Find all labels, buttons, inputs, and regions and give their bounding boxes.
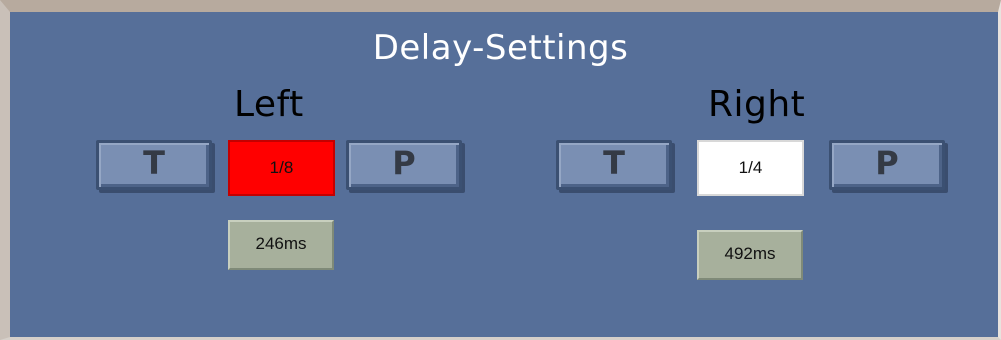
left-tap-button[interactable]: T — [96, 140, 212, 190]
left-delay-time-display: 246ms — [228, 220, 334, 270]
right-ping-button[interactable]: P — [829, 140, 945, 190]
right-tap-button[interactable]: T — [556, 140, 672, 190]
left-ping-button[interactable]: P — [346, 140, 462, 190]
right-division-selector[interactable]: 1/4 — [697, 140, 804, 196]
left-channel-label: Left — [234, 84, 304, 125]
right-delay-time-display: 492ms — [697, 230, 803, 280]
panel-title: Delay-Settings — [372, 28, 629, 68]
right-channel-label: Right — [708, 84, 806, 125]
left-division-selector[interactable]: 1/8 — [228, 140, 335, 196]
